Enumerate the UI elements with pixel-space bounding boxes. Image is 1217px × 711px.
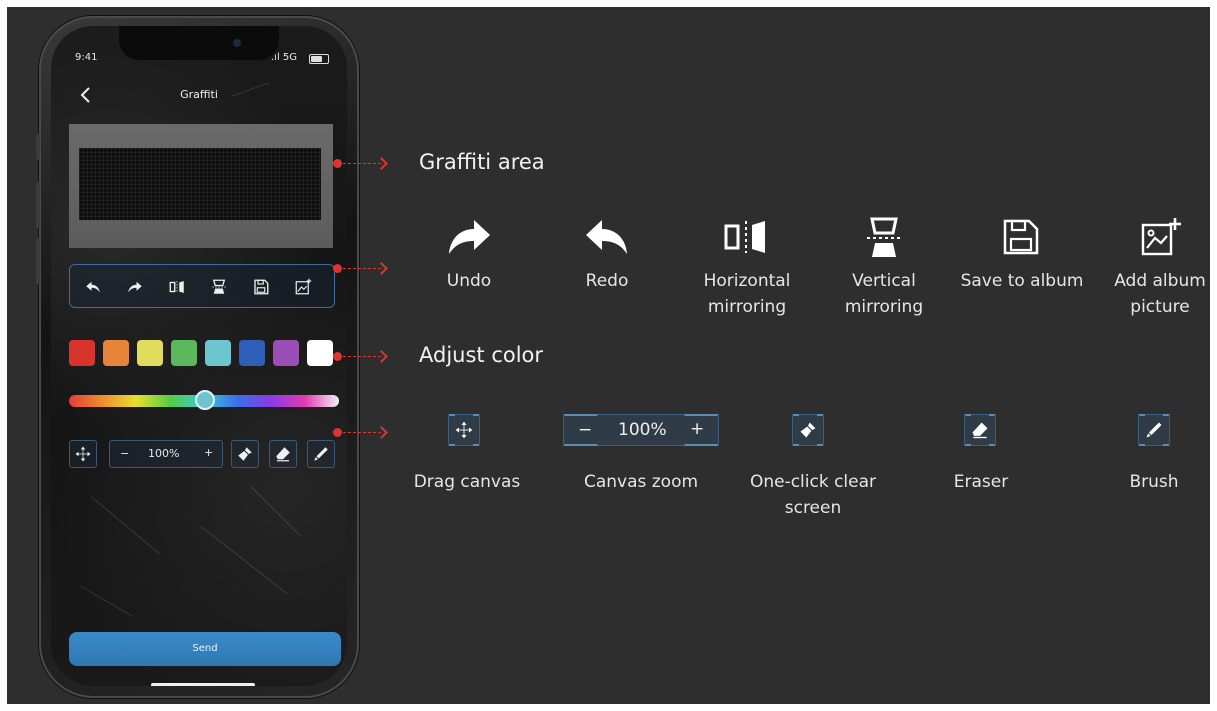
clear-screen-chip [792, 414, 824, 446]
pointer-dot [333, 159, 342, 168]
zoom-out-button[interactable]: − [120, 447, 129, 460]
vertical-mirroring-label: Vertical mirroring [844, 271, 924, 317]
eraser-icon [972, 422, 988, 439]
volume-down-button [36, 238, 40, 284]
feature-label: Add album picture [1105, 268, 1215, 320]
feature-label: Brush [1129, 472, 1179, 492]
edit-toolbar [69, 264, 335, 308]
pointer-dot [333, 352, 342, 361]
eraser-icon [276, 447, 290, 462]
feature-label: Eraser [953, 472, 1009, 492]
color-swatch-green[interactable] [171, 340, 197, 366]
graffiti-canvas-frame [69, 124, 333, 248]
send-button[interactable]: Send [69, 632, 341, 666]
brush-chip [1138, 414, 1170, 446]
battery-icon [309, 54, 329, 64]
feature-label: Undo [446, 271, 492, 291]
pointer-dot [333, 428, 342, 437]
color-swatch-cyan[interactable] [205, 340, 231, 366]
feature-label: Save to album [960, 271, 1084, 291]
add-picture-icon [1141, 218, 1181, 256]
add-album-picture-label: Add album picture [1114, 271, 1206, 317]
brush-button[interactable] [307, 440, 335, 468]
drag-canvas-chip [448, 414, 480, 446]
drag-canvas-button[interactable] [69, 440, 97, 468]
volume-up-button [36, 182, 40, 228]
feature-label: Redo [585, 271, 629, 291]
vertical-mirror-icon [867, 217, 901, 257]
home-indicator [151, 683, 255, 686]
save-icon[interactable] [252, 278, 270, 296]
drag-icon [455, 421, 473, 439]
feature-label: Vertical mirroring [831, 268, 937, 320]
texture-scratch [90, 496, 161, 555]
brush-icon [1146, 422, 1162, 438]
eraser-chip [964, 414, 996, 446]
zoom-control: − 100% + [109, 440, 223, 468]
redo-icon[interactable] [126, 278, 144, 296]
color-swatch-yellow[interactable] [137, 340, 163, 366]
eraser-button[interactable] [269, 440, 297, 468]
texture-scratch [200, 526, 288, 595]
vertical-mirror-icon[interactable] [210, 278, 228, 296]
color-swatch-orange[interactable] [103, 340, 129, 366]
color-swatch-purple[interactable] [273, 340, 299, 366]
graffiti-canvas[interactable] [79, 148, 321, 220]
slide-background: 9:41 .ıl 5G Graffiti − 100% + Send Graff… [7, 7, 1210, 704]
pointer-arrow-icon [375, 262, 388, 275]
canvas-zoom-chip: − 100% + [563, 414, 719, 446]
horizontal-mirroring-label: Horizontal mirroring [703, 271, 791, 317]
color-swatch-red[interactable] [69, 340, 95, 366]
clear-screen-button[interactable] [231, 440, 259, 468]
graffiti-area-label: Graffiti area [419, 150, 545, 174]
pointer-arrow-icon [375, 157, 388, 170]
screen-title: Graffiti [180, 88, 218, 101]
save-icon [1003, 219, 1039, 255]
clear-brush-icon [238, 447, 252, 461]
pointer-dot [333, 264, 342, 273]
feature-label: Canvas zoom [583, 472, 699, 492]
zoom-out-label: − [578, 420, 593, 440]
hue-slider-handle[interactable] [195, 390, 215, 410]
pointer-arrow-icon [375, 350, 388, 363]
color-swatch-white[interactable] [307, 340, 333, 366]
brush-icon [314, 447, 328, 461]
add-picture-icon[interactable] [294, 278, 312, 296]
drag-icon [75, 446, 91, 462]
zoom-in-label: + [690, 419, 705, 439]
one-click-clear-label: One-click clear screen [749, 472, 877, 518]
notch [119, 26, 279, 60]
undo-icon [449, 220, 490, 254]
clear-brush-icon [800, 422, 816, 438]
texture-scratch [80, 586, 134, 617]
redo-icon [586, 220, 627, 254]
zoom-in-button[interactable]: + [204, 446, 213, 459]
adjust-color-label: Adjust color [419, 343, 544, 367]
feature-label: Drag canvas [413, 472, 521, 492]
horizontal-mirror-icon [724, 221, 765, 253]
feature-label: One-click clear screen [743, 469, 883, 521]
mute-switch [36, 134, 40, 160]
zoom-value: 100% [148, 447, 180, 460]
phone-screen: 9:41 .ıl 5G Graffiti − 100% + Send [51, 26, 347, 686]
undo-icon[interactable] [84, 278, 102, 296]
texture-scratch [250, 486, 301, 537]
horizontal-mirror-icon[interactable] [168, 278, 186, 296]
zoom-value-label: 100% [618, 420, 667, 440]
color-swatch-blue[interactable] [239, 340, 265, 366]
pointer-arrow-icon [375, 426, 388, 439]
status-time: 9:41 [75, 52, 98, 63]
front-camera [233, 39, 241, 47]
signal-indicator: .ıl 5G [271, 52, 298, 63]
feature-label: Horizontal mirroring [692, 268, 802, 320]
